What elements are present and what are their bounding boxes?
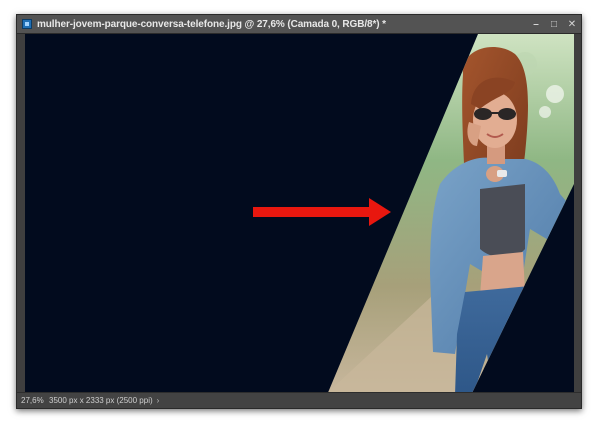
- maximize-button[interactable]: □: [545, 16, 563, 32]
- status-menu-chevron-icon[interactable]: ›: [157, 396, 160, 405]
- document-window: mulher-jovem-parque-conversa-telefone.jp…: [16, 14, 582, 409]
- image-canvas[interactable]: [25, 34, 574, 395]
- close-button[interactable]: ✕: [563, 16, 581, 32]
- minimize-button[interactable]: –: [527, 16, 545, 32]
- zoom-level[interactable]: 27,6%: [17, 396, 47, 405]
- canvas-artwork: [25, 34, 574, 395]
- status-bar: 27,6% 3500 px x 2333 px (2500 ppi) ›: [17, 392, 581, 408]
- document-title: mulher-jovem-parque-conversa-telefone.jp…: [37, 18, 386, 30]
- window-controls: – □ ✕: [527, 16, 581, 32]
- document-tab-titlebar[interactable]: mulher-jovem-parque-conversa-telefone.jp…: [17, 15, 581, 34]
- document-dimensions: 3500 px x 2333 px (2500 ppi): [49, 396, 153, 405]
- photoshop-document-icon: [22, 19, 32, 29]
